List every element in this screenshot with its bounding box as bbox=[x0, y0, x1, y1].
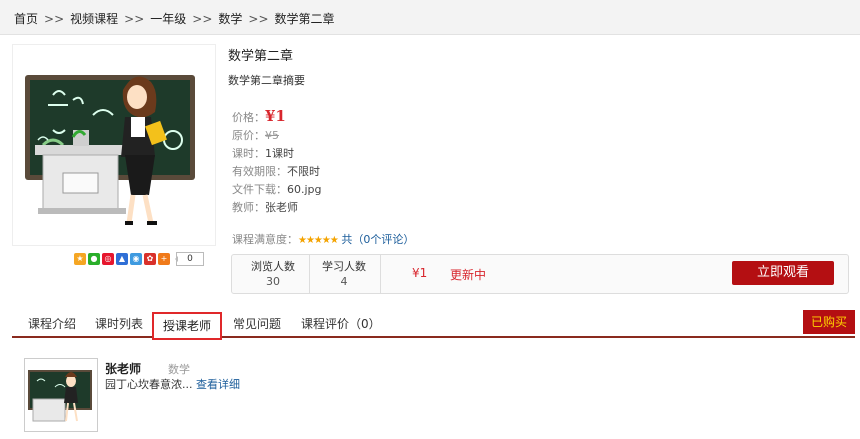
price-value: ¥1 bbox=[265, 107, 286, 125]
views-count: 30 bbox=[266, 275, 280, 288]
tab-instructor[interactable]: 授课老师 bbox=[152, 312, 223, 340]
breadcrumb-separator: >> bbox=[192, 12, 213, 26]
teacher-more-link[interactable]: 查看详细 bbox=[196, 378, 240, 391]
breadcrumb-item-current: 数学第二章 bbox=[274, 12, 335, 26]
views-stat: 浏览人数 30 bbox=[238, 259, 308, 289]
validity-label: 有效期限： bbox=[232, 165, 287, 178]
baidu-icon[interactable]: ▲ bbox=[116, 253, 128, 265]
breadcrumb-home-link[interactable]: 首页 bbox=[14, 12, 38, 26]
teacher-label: 教师： bbox=[232, 201, 265, 214]
stats-price: ¥1 bbox=[412, 266, 428, 280]
breadcrumb: 首页 >> 视频课程 >> 一年级 >> 数学 >> 数学第二章 bbox=[0, 0, 860, 35]
tencent-weibo-icon[interactable]: ◉ bbox=[130, 253, 142, 265]
watch-now-button[interactable]: 立即观看 bbox=[732, 261, 834, 285]
tab-course-intro[interactable]: 课程介绍 bbox=[28, 315, 76, 332]
teacher-chalkboard-illustration bbox=[25, 75, 195, 225]
original-price-value: ¥5 bbox=[265, 129, 279, 142]
rating-row: 课程满意度：★★★★★ 共（0个评论） bbox=[232, 231, 414, 247]
teacher-bio-text: 园丁心坎春意浓... bbox=[105, 378, 193, 391]
course-tabs: 课程介绍 课时列表 授课老师 常见问题 课程评价（0） 已购买 bbox=[12, 310, 855, 340]
hours-label: 课时： bbox=[232, 147, 265, 160]
download-row: 文件下载：60.jpg bbox=[232, 181, 322, 197]
stat-divider bbox=[380, 255, 381, 293]
teacher-row: 教师：张老师 bbox=[232, 199, 298, 215]
tab-reviews[interactable]: 课程评价（0） bbox=[301, 315, 381, 332]
validity-value: 不限时 bbox=[287, 165, 320, 178]
hours-row: 课时：1课时 bbox=[232, 145, 294, 161]
original-price-label: 原价： bbox=[232, 129, 265, 142]
original-price-row: 原价：¥5 bbox=[232, 127, 279, 143]
breadcrumb-item-grade[interactable]: 一年级 bbox=[150, 12, 186, 26]
breadcrumb-separator: >> bbox=[124, 12, 145, 26]
views-label: 浏览人数 bbox=[251, 260, 295, 273]
download-label: 文件下载： bbox=[232, 183, 287, 196]
update-status: 更新中 bbox=[450, 268, 487, 282]
comments-link[interactable]: 共（0个评论） bbox=[341, 233, 414, 246]
breadcrumb-separator: >> bbox=[248, 12, 269, 26]
price-label: 价格： bbox=[232, 111, 265, 124]
wechat-icon[interactable]: ● bbox=[88, 253, 100, 265]
teacher-avatar bbox=[24, 358, 98, 432]
more-share-icon[interactable]: + bbox=[158, 253, 170, 265]
tab-faq[interactable]: 常见问题 bbox=[233, 315, 281, 332]
teacher-value: 张老师 bbox=[265, 201, 298, 214]
share-bar: ★ ● ◎ ▲ ◉ ✿ + 0 bbox=[74, 252, 204, 266]
share-count: 0 bbox=[175, 252, 204, 266]
breadcrumb-item-subject[interactable]: 数学 bbox=[218, 12, 242, 26]
course-title: 数学第二章 bbox=[228, 49, 294, 64]
teacher-subject: 数学 bbox=[168, 363, 190, 376]
course-thumbnail bbox=[12, 44, 216, 246]
price-row: 价格：¥1 bbox=[232, 107, 286, 125]
qzone-icon[interactable]: ★ bbox=[74, 253, 86, 265]
course-stats-box: 浏览人数 30 学习人数 4 ¥1 更新中 立即观看 bbox=[231, 254, 849, 294]
rating-stars-icon: ★★★★★ bbox=[298, 235, 339, 246]
learners-count: 4 bbox=[340, 275, 348, 288]
breadcrumb-item-video-courses[interactable]: 视频课程 bbox=[70, 12, 118, 26]
validity-row: 有效期限：不限时 bbox=[232, 163, 320, 179]
weibo-icon[interactable]: ◎ bbox=[102, 253, 114, 265]
download-value[interactable]: 60.jpg bbox=[287, 183, 322, 196]
teacher-bio: 园丁心坎春意浓... 查看详细 bbox=[105, 376, 240, 392]
teacher-avatar-illustration bbox=[28, 370, 92, 422]
course-summary: 数学第二章摘要 bbox=[228, 74, 305, 87]
learners-stat: 学习人数 4 bbox=[309, 259, 379, 289]
purchased-badge: 已购买 bbox=[803, 310, 855, 334]
learners-label: 学习人数 bbox=[322, 260, 366, 273]
rating-label: 课程满意度： bbox=[232, 233, 298, 246]
breadcrumb-separator: >> bbox=[44, 12, 65, 26]
renren-icon[interactable]: ✿ bbox=[144, 253, 156, 265]
hours-value: 1课时 bbox=[265, 147, 294, 160]
teacher-name: 张老师 bbox=[105, 362, 142, 376]
tab-lesson-list[interactable]: 课时列表 bbox=[95, 315, 143, 332]
